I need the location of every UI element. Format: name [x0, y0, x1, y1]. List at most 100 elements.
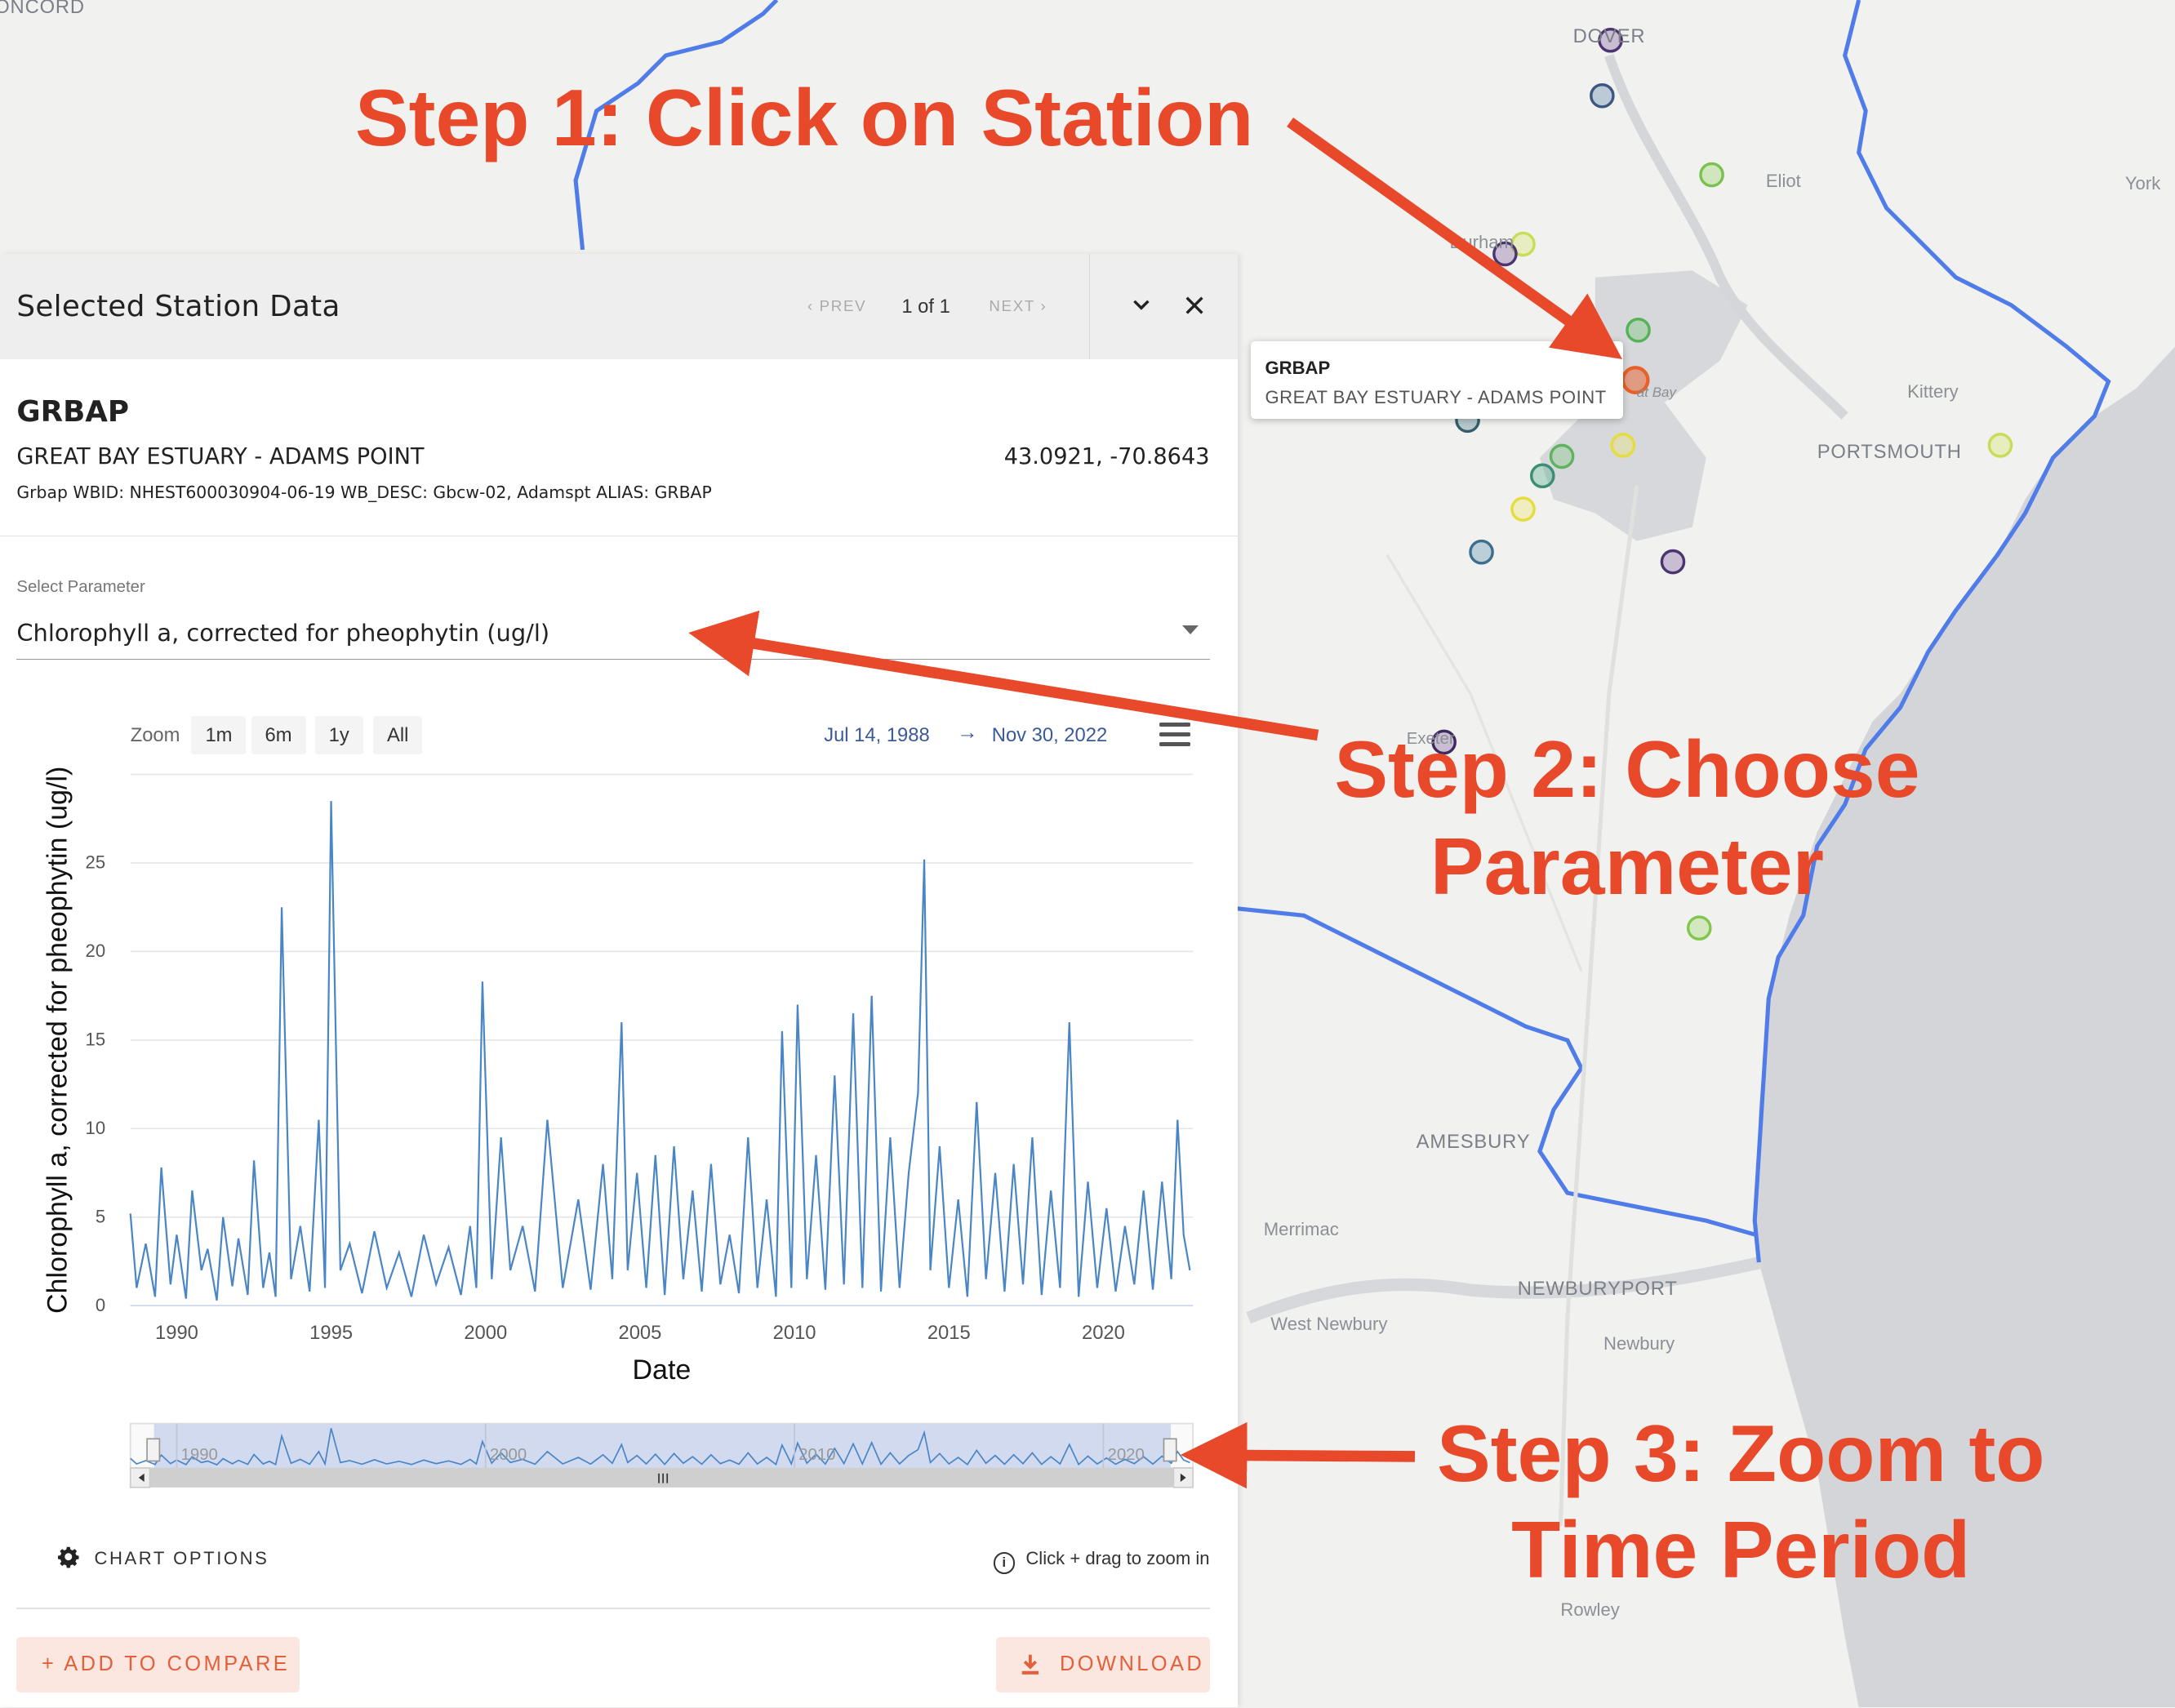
close-button[interactable]	[1172, 284, 1216, 328]
chart-navigator: 1990 2000 2010 2020	[129, 1422, 1194, 1488]
zoom-1m-button[interactable]: 1m	[191, 715, 247, 755]
map-label-durham: Durham	[1449, 231, 1514, 252]
gear-icon	[58, 1547, 79, 1568]
station-code: GRBAP	[16, 395, 130, 429]
x-tick-label: 2015	[927, 1322, 971, 1344]
station-marker	[1660, 549, 1686, 575]
map-label-merrimac: Merrimac	[1263, 1219, 1339, 1240]
tooltip-station-code: GRBAP	[1265, 358, 1331, 379]
zoom-all-button[interactable]: All	[373, 715, 423, 755]
station-marker	[1987, 433, 2013, 458]
series-line	[129, 800, 1191, 1301]
navigator-tick-label: 2000	[490, 1445, 527, 1463]
station-marker	[1510, 496, 1536, 522]
step3-annotation: Step 3: Zoom to Time Period	[1431, 1405, 2050, 1599]
navigator-tick-label: 2010	[798, 1445, 835, 1463]
chart-menu-icon[interactable]	[1159, 723, 1190, 748]
step3-line1: Step 3: Zoom to	[1437, 1408, 2045, 1499]
step2-line2: Parameter	[1430, 821, 1824, 911]
zoom-1y-button[interactable]: 1y	[314, 715, 363, 755]
y-tick-label: 5	[96, 1206, 105, 1226]
map-label-dover: DOVER	[1572, 24, 1646, 47]
station-data-panel: Selected Station Data ‹ PREV 1 of 1 NEXT…	[0, 253, 1238, 1708]
scrollbar-thumb	[149, 1467, 1174, 1488]
map-label-newbury: Newbury	[1603, 1332, 1675, 1354]
navigator-handle-right	[1163, 1437, 1177, 1461]
map-label-kittery: Kittery	[1907, 381, 1959, 403]
collapse-button[interactable]	[1119, 284, 1163, 328]
map-label-rowley: Rowley	[1560, 1599, 1620, 1620]
navigator-handle-left	[146, 1437, 161, 1461]
y-tick-label: 15	[86, 1029, 106, 1049]
map-label-amesbury: AMESBURY	[1416, 1130, 1531, 1153]
close-icon	[1185, 296, 1203, 314]
range-to-date[interactable]: Nov 30, 2022	[992, 724, 1107, 747]
add-to-compare-label: + ADD TO COMPARE	[41, 1652, 291, 1675]
station-marker	[1549, 443, 1575, 469]
x-tick-label: 1990	[155, 1322, 198, 1344]
header-divider	[1088, 253, 1091, 360]
river	[1246, 1256, 1764, 1324]
step2-line1: Step 2: Choose	[1334, 724, 1920, 815]
panel-title: Selected Station Data	[16, 290, 340, 324]
x-axis-label: Date	[633, 1354, 692, 1386]
y-tick-label: 25	[86, 852, 106, 872]
x-tick-label: 2020	[1082, 1322, 1125, 1344]
station-marker	[1529, 463, 1555, 489]
road	[1558, 485, 1639, 1526]
x-tick-label: 2000	[464, 1322, 507, 1344]
zoom-label: Zoom	[130, 723, 180, 746]
section-divider	[0, 535, 1238, 537]
footer-divider	[16, 1608, 1210, 1609]
tooltip-station-name: GREAT BAY ESTUARY - ADAMS POINT	[1265, 387, 1607, 408]
parameter-selected-value: Chlorophyll a, corrected for pheophytin …	[16, 618, 550, 647]
chevron-down-icon	[1133, 300, 1150, 310]
y-tick-label: 20	[86, 941, 106, 961]
dropdown-arrow-icon	[1181, 625, 1199, 636]
station-metadata: Grbap WBID: NHEST600030904-06-19 WB_DESC…	[16, 483, 712, 503]
station-marker	[1469, 539, 1494, 565]
state-boundary	[1237, 906, 1755, 1237]
range-from-date[interactable]: Jul 14, 1988	[824, 724, 930, 747]
chart-options-label: CHART OPTIONS	[94, 1548, 269, 1569]
station-marker	[1626, 318, 1651, 343]
station-marker	[1699, 162, 1724, 188]
prev-button[interactable]: ‹ PREV	[807, 297, 866, 315]
parameter-label: Select Parameter	[16, 578, 145, 597]
info-icon: i	[993, 1552, 1015, 1574]
zoom-hint: i Click + drag to zoom in	[993, 1548, 1210, 1574]
page-count: 1 of 1	[901, 295, 950, 318]
step1-annotation: Step 1: Click on Station	[354, 72, 1254, 162]
station-name: GREAT BAY ESTUARY - ADAMS POINT	[16, 443, 425, 469]
x-tick-label: 2010	[773, 1322, 816, 1344]
station-marker	[1610, 433, 1636, 458]
station-tooltip: GRBAP GREAT BAY ESTUARY - ADAMS POINT	[1251, 340, 1623, 420]
next-button[interactable]: NEXT ›	[989, 297, 1047, 315]
station-marker	[1590, 82, 1615, 109]
map-label-newburyport: NEWBURYPORT	[1517, 1277, 1678, 1300]
add-to-compare-button[interactable]: + ADD TO COMPARE	[16, 1636, 300, 1692]
panel-header: Selected Station Data ‹ PREV 1 of 1 NEXT…	[0, 253, 1238, 360]
zoom-6m-button[interactable]: 6m	[251, 715, 306, 755]
navigator-tick-label: 1990	[181, 1445, 218, 1463]
zoom-hint-text: Click + drag to zoom in	[1025, 1548, 1210, 1569]
map-label-portsmouth: PORTSMOUTH	[1817, 441, 1962, 464]
step2-annotation: Step 2: Choose Parameter	[1329, 721, 1926, 914]
range-arrow: →	[957, 721, 978, 745]
download-icon	[1022, 1654, 1039, 1675]
station-coordinates: 43.0921, -70.8643	[1003, 443, 1210, 469]
x-tick-label: 2005	[619, 1322, 662, 1344]
map-label-concord: ONCORD	[0, 0, 85, 18]
y-tick-label: 0	[96, 1295, 105, 1315]
download-label: DOWNLOAD	[1060, 1652, 1205, 1675]
map-label-great-bay: at Bay	[1636, 384, 1676, 400]
map-label-york: York	[2124, 173, 2161, 194]
station-marker	[1686, 915, 1712, 941]
chart[interactable]: 0510152025 1990 1995 2000 2005 2010 2015 2020 …	[0, 754, 1238, 1530]
navigator-tick-label: 2020	[1108, 1445, 1145, 1463]
download-button[interactable]: DOWNLOAD	[995, 1636, 1210, 1692]
map-label-west-newbury: West Newbury	[1270, 1313, 1388, 1334]
map-label-eliot: Eliot	[1765, 170, 1801, 191]
parameter-select[interactable]: Chlorophyll a, corrected for pheophytin …	[16, 612, 1210, 660]
step3-line2: Time Period	[1511, 1505, 1971, 1595]
